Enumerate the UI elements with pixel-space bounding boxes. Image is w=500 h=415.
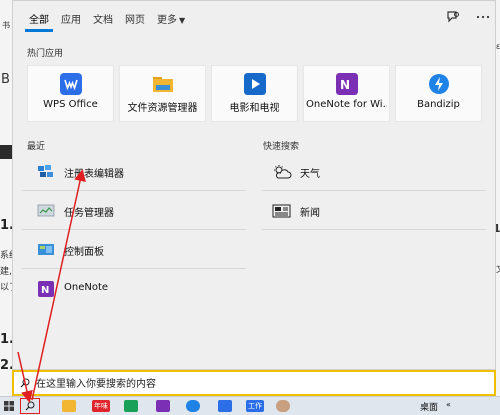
active-tab-indicator [25,29,53,32]
recent-item-label: 注册表编辑器 [64,169,124,180]
search-tabs: 全部 应用 文档 网页 更多 ▼ [13,1,495,35]
windows-start-icon[interactable] [4,401,14,411]
app-tile-label: OneNote for Wi... [306,99,387,110]
bg-fragment: 书 [2,21,10,30]
section-top-apps-label: 热门应用 [27,49,64,59]
search-icon [20,378,30,388]
tab-all[interactable]: 全部 [29,11,49,26]
section-recent-label: 最近 [27,142,46,152]
quick-search-weather[interactable]: 天气 [262,153,486,191]
app-tile-wps[interactable]: WPS Office [27,65,114,122]
wps-icon [60,73,82,95]
news-app-badge-icon[interactable]: 年味 [92,400,110,412]
task-manager-icon [37,204,55,217]
avatar[interactable] [276,400,290,412]
work-app-icon[interactable]: 工作 [246,400,264,412]
registry-editor-icon [38,165,53,177]
recent-item-registry-editor[interactable]: 注册表编辑器 [22,153,246,191]
tab-more[interactable]: 更多 ▼ [157,11,185,26]
app-tile-onenote[interactable]: N OneNote for Wi... [303,65,390,122]
onenote-icon: N [38,281,54,297]
bg-fragment: 文 [496,262,500,275]
app-tile-label: 文件资源管理器 [127,103,198,114]
movies-tv-icon [244,73,266,95]
bg-dark-block [0,145,12,159]
app-tile-bandizip[interactable]: Bandizip [395,65,482,122]
recent-item-label: OneNote [64,282,109,293]
app-tile-movies-tv[interactable]: 电影和电视 [211,65,298,122]
onenote-icon: N [336,73,358,95]
app-tile-file-explorer[interactable]: 文件资源管理器 [119,65,206,122]
wps-icon[interactable] [218,400,232,412]
onenote-icon[interactable] [156,400,170,412]
control-panel-icon [38,244,54,255]
browser-icon[interactable] [186,400,200,412]
bg-fragment: ε [496,42,500,51]
tab-web[interactable]: 网页 [125,11,145,26]
more-options-icon[interactable] [475,9,491,25]
search-icon [25,401,35,411]
app-n-icon[interactable] [124,400,138,412]
folder-icon[interactable] [62,400,76,412]
recent-item-onenote[interactable]: N OneNote [22,270,246,308]
app-tile-label: Bandizip [417,99,460,110]
quick-search-label: 天气 [300,169,320,180]
quick-search-label: 新闻 [300,208,320,219]
bg-fragment: 建, [0,267,12,277]
taskbar-desktop-label[interactable]: 桌面 [420,400,438,413]
tab-documents[interactable]: 文档 [93,11,113,26]
taskbar: 年味 工作 桌面 « [0,396,500,415]
tab-apps[interactable]: 应用 [61,11,81,26]
tab-more-label: 更多 [157,15,177,26]
recent-item-label: 控制面板 [64,247,104,258]
taskbar-search-button[interactable] [20,398,40,414]
search-box [12,370,496,396]
section-quick-search-label: 快速搜索 [263,142,300,152]
recent-item-task-manager[interactable]: 任务管理器 [22,192,246,230]
news-icon [272,204,291,218]
feedback-icon[interactable] [445,9,461,25]
bandizip-icon [429,74,449,94]
weather-icon [274,165,292,179]
app-tile-label: 电影和电视 [229,103,280,114]
svg-text:N: N [340,78,350,92]
quick-search-news[interactable]: 新闻 [262,192,486,230]
app-tile-label: WPS Office [43,99,98,110]
svg-text:N: N [41,285,49,296]
search-input[interactable] [36,376,476,392]
chevron-up-icon[interactable]: « [446,400,451,409]
chevron-down-icon: ▼ [179,16,186,25]
recent-item-label: 任务管理器 [64,208,114,219]
bg-fragment: B [1,72,10,87]
recent-item-control-panel[interactable]: 控制面板 [22,231,246,269]
folder-icon [153,77,173,92]
